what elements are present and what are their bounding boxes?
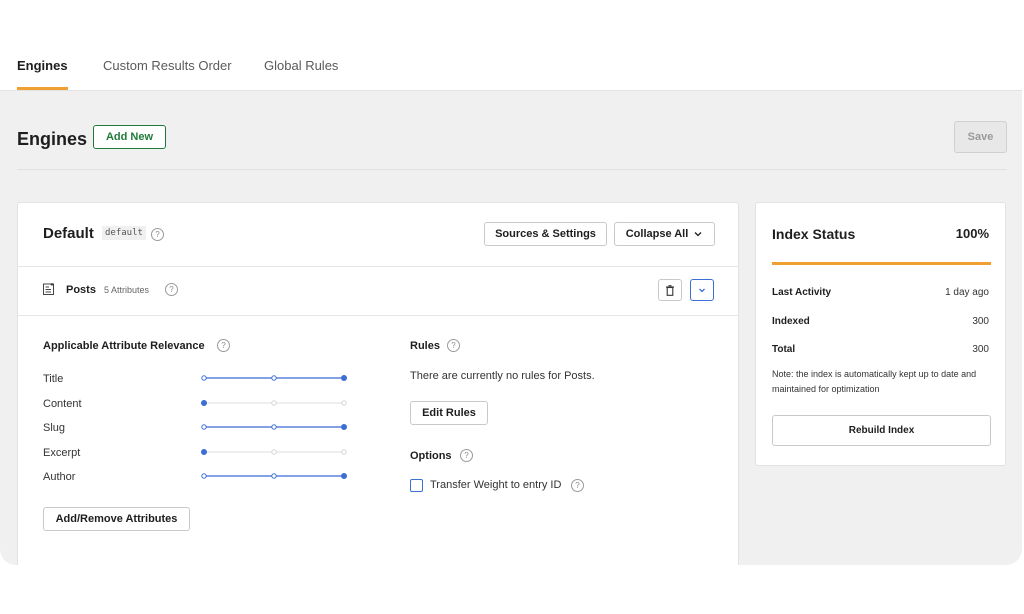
source-label: Posts [66, 284, 96, 296]
delete-source-button[interactable] [658, 279, 682, 301]
slider-tick [271, 399, 277, 406]
relevance-slider[interactable] [201, 470, 347, 482]
slider-tick [271, 473, 277, 479]
stat-value-total: 300 [972, 344, 989, 355]
attribute-row: Content [43, 397, 353, 413]
rebuild-index-button[interactable]: Rebuild Index [772, 415, 991, 446]
engine-name: Default [43, 225, 94, 242]
help-icon[interactable]: ? [447, 339, 460, 352]
relevance-title: Applicable Attribute Relevance [43, 340, 205, 352]
tab-global-rules[interactable]: Global Rules [264, 58, 338, 73]
slider-tick [271, 424, 277, 430]
engine-code: default [102, 226, 146, 240]
collapse-all-button[interactable]: Collapse All [614, 222, 715, 246]
page-title: Engines [17, 129, 88, 149]
index-status-percent: 100% [955, 226, 989, 241]
index-status-title: Index Status [772, 226, 856, 242]
slider-tick [201, 424, 207, 430]
stat-label-last-activity: Last Activity [772, 287, 832, 298]
transfer-weight-checkbox[interactable] [410, 479, 423, 492]
slider-tick [341, 448, 347, 455]
tab-engines[interactable]: Engines [17, 58, 68, 73]
index-note: Note: the index is automatically kept up… [772, 369, 977, 394]
relevance-slider[interactable] [201, 372, 347, 384]
relevance-slider[interactable] [201, 397, 347, 409]
index-progress-fill [772, 262, 991, 265]
index-status-card: Index Status 100% Last Activity 1 day ag… [755, 202, 1006, 466]
engine-card: Default default ? Sources & Settings Col… [17, 202, 739, 565]
attribute-name: Author [43, 471, 76, 483]
trash-icon [666, 284, 674, 296]
sources-settings-button[interactable]: Sources & Settings [484, 222, 607, 246]
collapse-all-label: Collapse All [625, 228, 689, 240]
attribute-name: Excerpt [43, 446, 81, 459]
transfer-weight-label: Transfer Weight to entry ID [430, 479, 562, 491]
add-new-button[interactable]: Add New [93, 125, 166, 149]
attribute-name: Title [43, 373, 64, 385]
slider-tick [201, 473, 207, 479]
slider-tick [271, 375, 277, 381]
app-window: Engines Custom Results Order Global Rule… [0, 47, 1022, 565]
slider-knob [341, 424, 347, 430]
slider-tick [271, 448, 277, 455]
divider [18, 315, 738, 316]
help-icon[interactable]: ? [151, 228, 164, 241]
attribute-name: Slug [43, 422, 66, 434]
chevron-down-icon [694, 232, 702, 237]
slider-tick [201, 375, 207, 381]
stat-label-indexed: Indexed [772, 316, 810, 327]
edit-rules-button[interactable]: Edit Rules [410, 401, 488, 425]
index-progress-bar [772, 262, 991, 265]
help-icon[interactable]: ? [571, 479, 584, 492]
slider-knob [341, 375, 347, 381]
help-icon[interactable]: ? [217, 339, 230, 352]
document-icon [43, 283, 54, 295]
attribute-count: 5 Attributes [104, 285, 150, 295]
stat-value-indexed: 300 [972, 316, 989, 327]
slider-tick [341, 399, 347, 406]
help-icon[interactable]: ? [460, 449, 473, 462]
options-title: Options [410, 450, 452, 462]
attribute-row: Title [43, 372, 353, 388]
rules-title: Rules [410, 340, 440, 352]
stat-value-last-activity: 1 day ago [945, 287, 989, 298]
expand-source-button[interactable] [690, 279, 714, 301]
tab-custom-results-order[interactable]: Custom Results Order [103, 58, 232, 73]
attribute-row: Excerpt [43, 446, 353, 462]
save-button[interactable]: Save [954, 121, 1007, 153]
slider-knob [201, 448, 207, 455]
slider-knob [341, 473, 347, 479]
slider-knob [201, 399, 207, 406]
relevance-slider[interactable] [201, 446, 347, 458]
chevron-down-icon [699, 288, 705, 293]
active-tab-indicator [17, 87, 68, 90]
attribute-row: Author [43, 470, 353, 486]
divider [17, 169, 1007, 170]
rules-empty-text: There are currently no rules for Posts. [410, 370, 595, 382]
attribute-row: Slug [43, 421, 353, 437]
help-icon[interactable]: ? [165, 283, 178, 296]
divider [18, 266, 738, 267]
attribute-name: Content [43, 397, 82, 410]
tab-bar: Engines Custom Results Order Global Rule… [0, 47, 1022, 91]
relevance-slider[interactable] [201, 421, 347, 433]
stat-label-total: Total [772, 344, 796, 355]
add-remove-attributes-button[interactable]: Add/Remove Attributes [43, 507, 190, 531]
